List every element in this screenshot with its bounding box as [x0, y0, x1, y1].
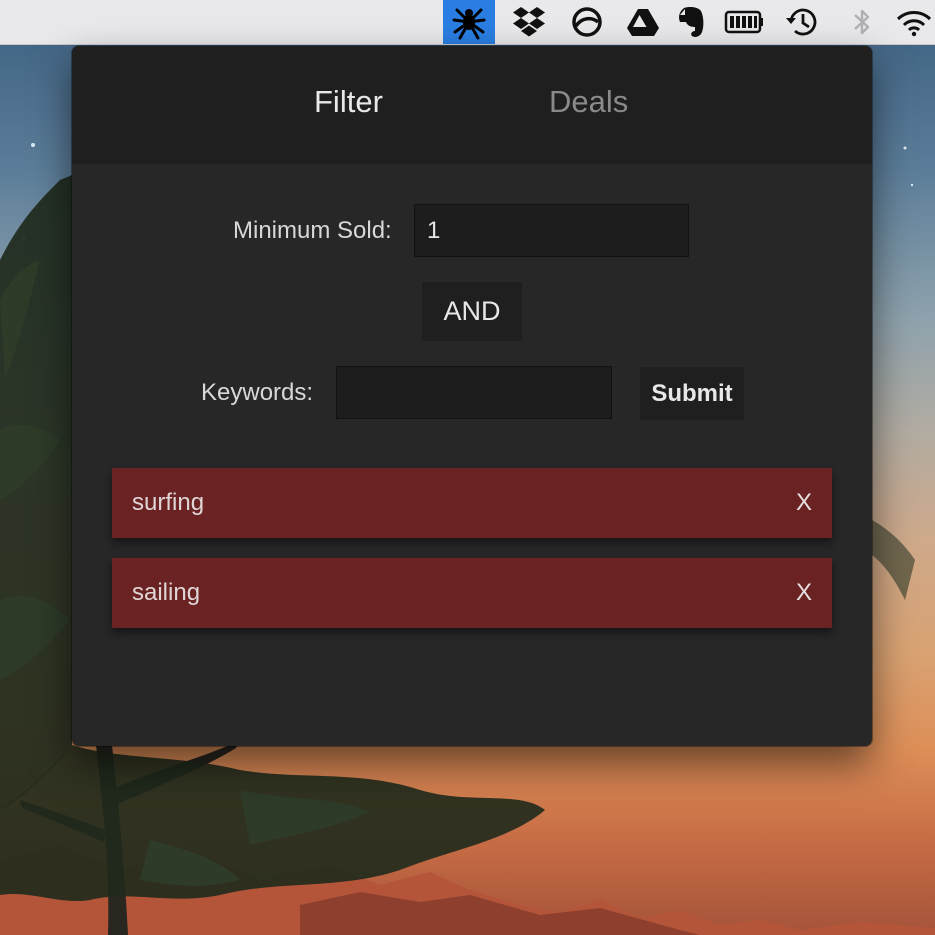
tab-filter[interactable]: Filter: [314, 82, 383, 122]
keyword-tag-list: surfing X sailing X: [112, 468, 832, 648]
keywords-input[interactable]: [336, 366, 612, 419]
battery-icon[interactable]: [718, 0, 770, 44]
minimum-sold-label: Minimum Sold:: [233, 217, 392, 244]
spider-icon[interactable]: [443, 0, 495, 44]
time-machine-icon[interactable]: [776, 0, 828, 44]
keywords-label: Keywords:: [201, 379, 314, 406]
remove-tag-button[interactable]: X: [796, 578, 812, 608]
evernote-icon[interactable]: [666, 0, 718, 44]
desktop: Filter Deals Minimum Sold: AND Keywords:…: [0, 0, 935, 935]
keyword-tag-label: surfing: [132, 489, 205, 516]
keyword-tag: surfing X: [112, 468, 832, 538]
submit-button[interactable]: Submit: [640, 367, 744, 420]
google-drive-icon[interactable]: [617, 0, 669, 44]
popover-panel: Filter Deals Minimum Sold: AND Keywords:…: [72, 46, 872, 746]
menu-bar: [0, 0, 935, 45]
tab-deals[interactable]: Deals: [549, 82, 628, 122]
minimum-sold-input[interactable]: [414, 204, 689, 257]
keyword-tag-label: sailing: [132, 579, 201, 606]
tab-bar: Filter Deals: [72, 46, 872, 164]
keyword-tag: sailing X: [112, 558, 832, 628]
circle-slash-icon[interactable]: [561, 0, 613, 44]
dropbox-icon[interactable]: [503, 0, 555, 44]
and-operator-button[interactable]: AND: [422, 282, 522, 341]
bluetooth-icon[interactable]: [836, 0, 888, 44]
wifi-icon[interactable]: [892, 0, 935, 44]
remove-tag-button[interactable]: X: [796, 488, 812, 518]
